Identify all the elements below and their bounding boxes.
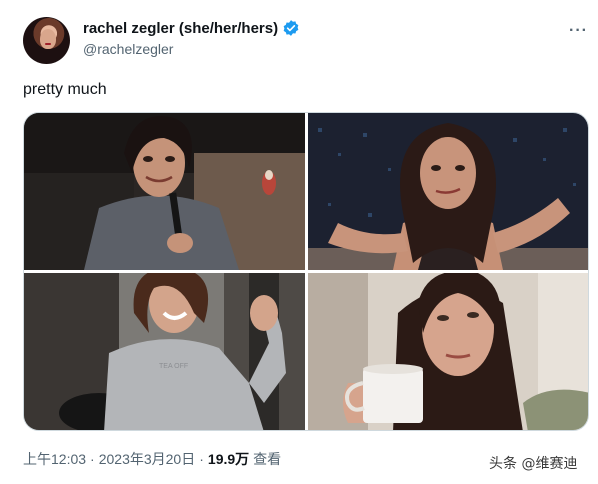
photo-woman-with-mug[interactable] bbox=[308, 273, 588, 430]
verified-badge-icon bbox=[282, 19, 300, 37]
avatar-face bbox=[40, 29, 56, 49]
meta-separator: · bbox=[90, 451, 95, 467]
views-label: 查看 bbox=[253, 451, 282, 467]
profile-avatar[interactable] bbox=[23, 17, 70, 64]
meta-separator: · bbox=[199, 451, 204, 467]
author-name[interactable]: rachel zegler (she/her/hers) bbox=[83, 20, 278, 37]
photo-woman-waving[interactable]: TEA OFF bbox=[24, 273, 305, 430]
author-name-row[interactable]: rachel zegler (she/her/hers) bbox=[83, 19, 300, 37]
author-handle[interactable]: @rachelzegler bbox=[83, 41, 173, 57]
tweet-meta: 上午12:03 · 2023年3月20日 · 19.9万 查看 bbox=[23, 449, 281, 469]
more-options-icon[interactable]: ··· bbox=[569, 22, 588, 40]
photo-woman-with-microphone[interactable] bbox=[24, 113, 305, 270]
tweet-date[interactable]: 2023年3月20日 bbox=[99, 449, 196, 469]
views-count: 19.9万 bbox=[207, 451, 250, 467]
photo-woman-shrugging[interactable] bbox=[308, 113, 588, 270]
watermark-text: 头条 @维赛迪 bbox=[489, 456, 578, 472]
media-grid: TEA OFF bbox=[23, 112, 589, 431]
avatar-lip bbox=[45, 43, 51, 45]
tweet-text: pretty much bbox=[23, 81, 107, 98]
svg-text:TEA OFF: TEA OFF bbox=[159, 363, 188, 370]
tweet-time[interactable]: 上午12:03 bbox=[23, 449, 86, 469]
